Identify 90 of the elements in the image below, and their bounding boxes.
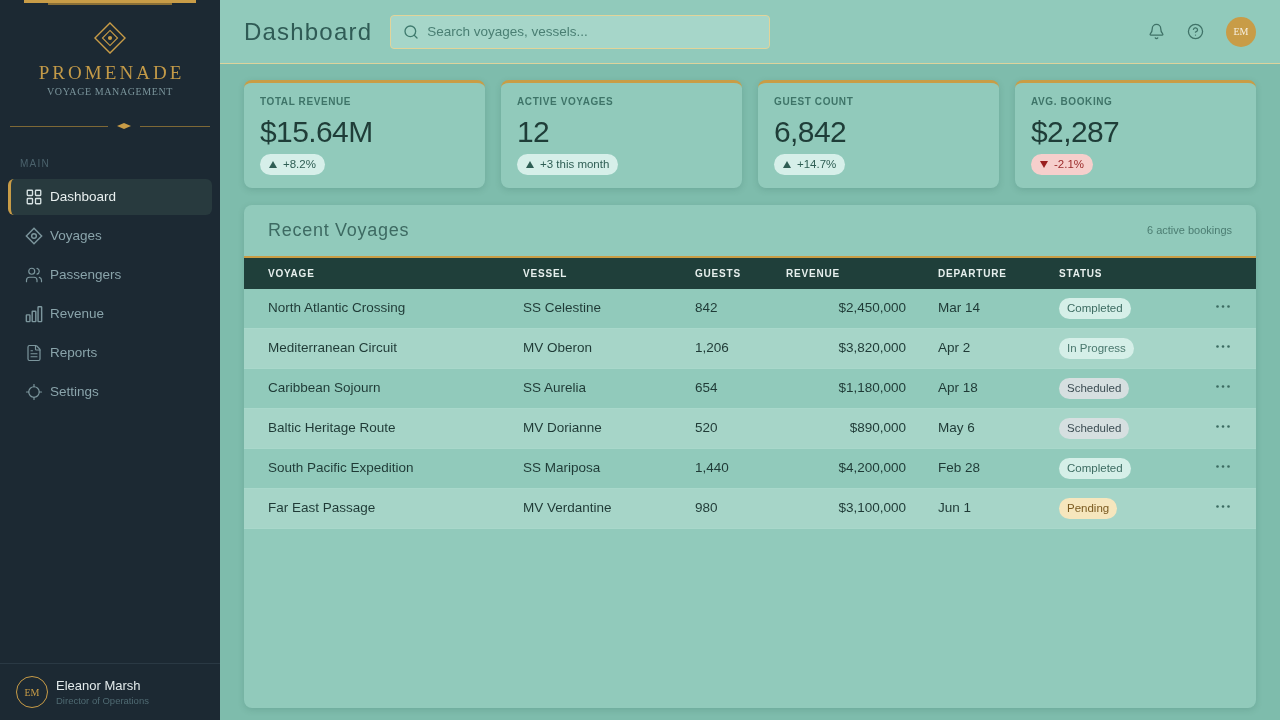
sidebar-nav-item[interactable]: Settings xyxy=(8,374,212,410)
trend-text: +3 this month xyxy=(540,156,610,172)
table-cell-text: Caribbean Sojourn xyxy=(268,379,381,398)
table-cell-text: Feb 28 xyxy=(938,459,981,478)
column-header: GUESTS xyxy=(695,267,741,281)
sidebar-nav-item[interactable]: Passengers xyxy=(8,257,212,293)
bookings-count: 6 active bookings xyxy=(1147,223,1232,239)
table-cell-text: Mediterranean Circuit xyxy=(268,339,398,358)
user-role: Director of Operations xyxy=(56,693,149,707)
column-header: STATUS xyxy=(1059,267,1103,281)
stat-value: $2,287 xyxy=(1031,114,1121,150)
notifications-button[interactable] xyxy=(1148,23,1165,40)
table-cell-text: MV Verdantine xyxy=(523,499,612,518)
sidebar-nav-item[interactable]: Reports xyxy=(8,335,212,371)
table-cell-text: South Pacific Expedition xyxy=(268,459,414,478)
status-badge: Pending xyxy=(1059,498,1118,519)
table-cell-text: 980 xyxy=(695,499,718,518)
column-header: DEPARTURE xyxy=(938,267,1007,281)
status-badge: Scheduled xyxy=(1059,418,1130,439)
more-options-button[interactable] xyxy=(1216,424,1230,428)
table-cell-text: 1,440 xyxy=(695,459,729,478)
status-badge: Completed xyxy=(1059,458,1131,479)
table-cell-text: $1,180,000 xyxy=(838,379,906,398)
more-options-button[interactable] xyxy=(1216,344,1230,348)
more-options-button[interactable] xyxy=(1216,464,1230,468)
status-badge: Completed xyxy=(1059,298,1131,319)
section-label: MAIN xyxy=(20,158,50,170)
table-cell-text: SS Aurelia xyxy=(523,379,587,398)
table-cell-text: 520 xyxy=(695,419,718,438)
table-cell-text: MV Oberon xyxy=(523,339,593,358)
table-cell-text: SS Celestine xyxy=(523,299,602,318)
help-button[interactable] xyxy=(1187,23,1204,40)
bar-chart-icon xyxy=(25,305,43,323)
table-cell-text: Mar 14 xyxy=(938,299,981,318)
brand-tagline: VOYAGE MANAGEMENT xyxy=(47,85,173,99)
document-icon xyxy=(25,344,43,362)
search-icon xyxy=(403,23,420,40)
more-options-button[interactable] xyxy=(1216,304,1230,308)
table-cell-text: Apr 18 xyxy=(938,379,978,398)
table-cell-text: 654 xyxy=(695,379,718,398)
table-cell-text: Baltic Heritage Route xyxy=(268,419,396,438)
stat-label: TOTAL REVENUE xyxy=(260,96,353,108)
more-options-button[interactable] xyxy=(1216,384,1230,388)
table-cell-text: $2,450,000 xyxy=(838,299,906,318)
table-cell-text: Far East Passage xyxy=(268,499,376,518)
trend-text: +8.2% xyxy=(283,156,316,172)
stat-label: AVG. BOOKING xyxy=(1031,96,1114,108)
column-header: VESSEL xyxy=(523,267,568,281)
search-field[interactable]: Search voyages, vessels... xyxy=(390,14,771,49)
brand-name: PROMENADE xyxy=(37,61,185,85)
table-cell-text: $890,000 xyxy=(849,419,906,438)
sidebar-nav-item[interactable]: Dashboard xyxy=(8,179,212,215)
up-triangle-icon xyxy=(783,161,791,168)
table-cell-text: SS Mariposa xyxy=(523,459,601,478)
stat-label: ACTIVE VOYAGES xyxy=(517,96,615,108)
status-badge: In Progress xyxy=(1059,338,1134,359)
trend-text: -2.1% xyxy=(1054,156,1085,172)
diamond-icon xyxy=(25,227,43,245)
table-cell-text: North Atlantic Crossing xyxy=(268,299,406,318)
table-cell-text: May 6 xyxy=(938,419,975,438)
trend-text: +14.7% xyxy=(797,156,837,172)
panel-title: Recent Voyages xyxy=(268,219,410,242)
down-triangle-icon xyxy=(1040,161,1048,168)
settings-icon xyxy=(25,383,43,401)
table-cell-text: Apr 2 xyxy=(938,339,971,358)
column-header: VOYAGE xyxy=(268,267,315,281)
diamond-logo-icon xyxy=(94,22,126,54)
table-cell-text: $3,100,000 xyxy=(838,499,906,518)
user-name: Eleanor Marsh xyxy=(56,677,142,694)
table-cell-text: 842 xyxy=(695,299,718,318)
sidebar-nav-item[interactable]: Revenue xyxy=(8,296,212,332)
up-triangle-icon xyxy=(269,161,277,168)
page-title: Dashboard xyxy=(244,16,373,47)
table-cell-text: $4,200,000 xyxy=(838,459,906,478)
table-cell-text: MV Dorianne xyxy=(523,419,602,438)
stat-value: 6,842 xyxy=(774,114,848,150)
stat-label: GUEST COUNT xyxy=(774,96,855,108)
stat-value: $15.64M xyxy=(260,114,374,150)
grid-icon xyxy=(25,188,43,206)
sidebar-nav-item[interactable]: Voyages xyxy=(8,218,212,254)
people-icon xyxy=(25,266,43,284)
diamond-divider-icon xyxy=(117,123,131,129)
table-cell-text: $3,820,000 xyxy=(838,339,906,358)
table-cell-text: Jun 1 xyxy=(938,499,972,518)
more-options-button[interactable] xyxy=(1216,504,1230,508)
status-badge: Scheduled xyxy=(1059,378,1130,399)
stat-value: 12 xyxy=(517,114,551,150)
up-triangle-icon xyxy=(526,161,534,168)
column-header: REVENUE xyxy=(786,267,840,281)
table-cell-text: 1,206 xyxy=(695,339,729,358)
